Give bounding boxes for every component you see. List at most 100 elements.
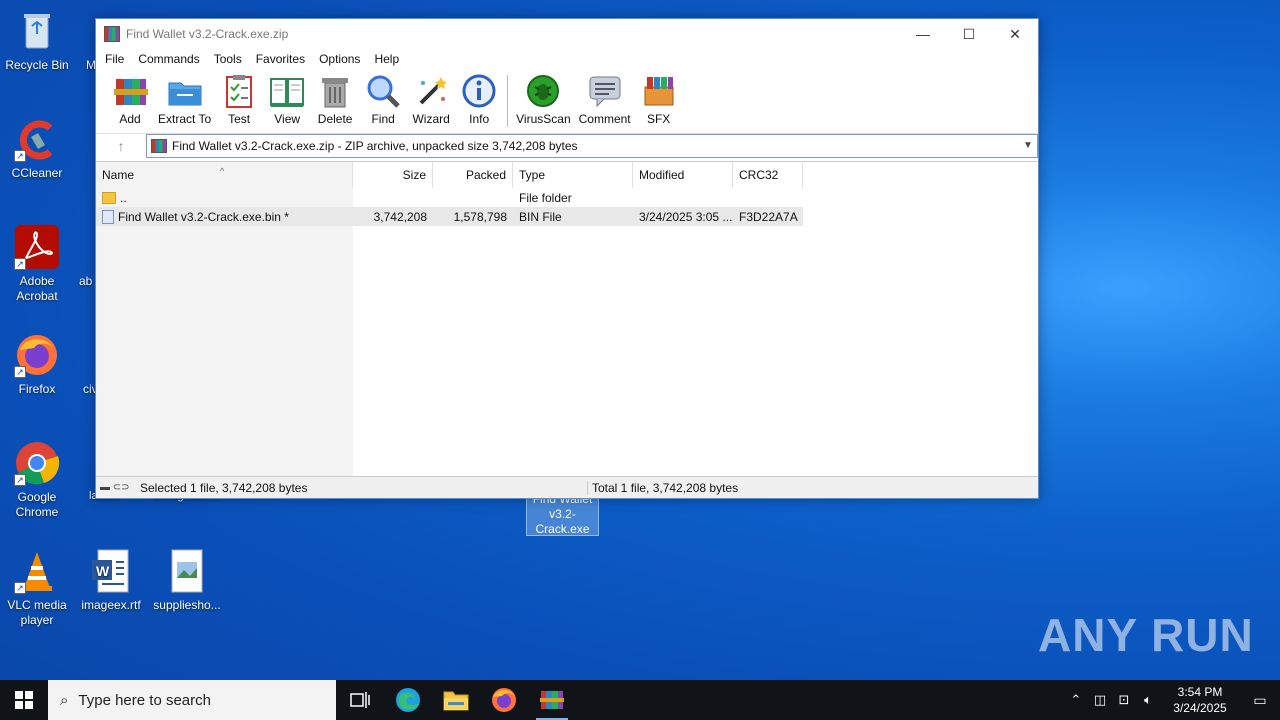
desktop-icon-ccleaner[interactable]: ↗ CCleaner <box>0 116 74 181</box>
menu-help[interactable]: Help <box>367 52 406 66</box>
column-header-name[interactable]: ^ Name <box>96 162 353 188</box>
chevron-up-icon[interactable]: ⌃ <box>1064 692 1088 708</box>
toolbar-label: Comment <box>578 112 631 126</box>
desktop-icon-recycle-bin[interactable]: Recycle Bin <box>0 8 74 73</box>
trash-icon <box>317 73 353 109</box>
column-header-packed[interactable]: Packed <box>433 162 513 188</box>
desktop-icon-label: Firefox <box>18 382 56 396</box>
test-button[interactable]: Test <box>215 69 263 126</box>
toolbar-label: Info <box>469 112 490 126</box>
row-name-cell: .. <box>96 191 353 205</box>
virusscan-button[interactable]: VirusScan <box>512 69 574 126</box>
desktop-icon-firefox[interactable]: ↗ Firefox <box>0 332 74 397</box>
drive-status-icon[interactable]: ▬ ⊂⊃ <box>96 482 136 493</box>
start-button[interactable] <box>0 680 48 720</box>
wizard-button[interactable]: Wizard <box>407 69 455 126</box>
toolbar-separator <box>507 75 509 127</box>
taskbar-edge[interactable] <box>384 680 432 720</box>
close-button[interactable]: ✕ <box>992 19 1038 49</box>
address-bar-row: ↑ Find Wallet v3.2-Crack.exe.zip - ZIP a… <box>96 133 1038 158</box>
maximize-button[interactable]: ☐ <box>946 19 992 49</box>
clock[interactable]: 3:54 PM 3/24/2025 <box>1160 684 1240 716</box>
column-header-type[interactable]: Type <box>513 162 633 188</box>
menu-options[interactable]: Options <box>312 52 367 66</box>
taskbar-file-explorer[interactable] <box>432 680 480 720</box>
column-header-label: Name <box>102 168 135 182</box>
sort-ascending-icon: ^ <box>220 166 225 176</box>
find-button[interactable]: Find <box>359 69 407 126</box>
desktop-icon-label: Google Chrome <box>15 490 59 519</box>
menu-commands[interactable]: Commands <box>131 52 206 66</box>
taskbar-firefox[interactable] <box>480 680 528 720</box>
magnifier-icon <box>365 73 401 109</box>
toolbar-label: SFX <box>646 112 671 126</box>
menu-favorites[interactable]: Favorites <box>249 52 312 66</box>
desktop-icon-label: CCleaner <box>11 166 63 180</box>
column-header-crc32[interactable]: CRC32 <box>733 162 803 188</box>
sfx-icon <box>641 73 677 109</box>
desktop-icon-google-chrome[interactable]: ↗ Google Chrome <box>0 440 74 520</box>
add-icon <box>112 73 148 109</box>
row-type: File folder <box>519 190 572 205</box>
shortcut-arrow-icon: ↗ <box>14 150 26 162</box>
winrar-icon <box>540 691 564 709</box>
menu-file[interactable]: File <box>98 52 131 66</box>
column-header-size[interactable]: Size <box>353 162 433 188</box>
status-total: Total 1 file, 3,742,208 bytes <box>592 480 739 495</box>
desktop-icon-imageex-rtf[interactable]: W imageex.rtf <box>74 548 148 613</box>
taskbar: ⌕ Type here to search ⌃ ◫ ⊡ 🔈︎ 3:54 PM 3… <box>0 680 1280 720</box>
row-type: BIN File <box>519 209 562 224</box>
winrar-window: Find Wallet v3.2-Crack.exe.zip — ☐ ✕ Fil… <box>95 18 1039 499</box>
toolbar-label: Test <box>228 112 251 126</box>
task-view-button[interactable] <box>336 680 384 720</box>
zip-archive-icon <box>151 138 167 153</box>
info-button[interactable]: Info <box>455 69 503 126</box>
column-header-modified[interactable]: Modified <box>633 162 733 188</box>
status-bar: ▬ ⊂⊃ Selected 1 file, 3,742,208 bytes To… <box>96 476 1038 498</box>
minimize-button[interactable]: — <box>900 19 946 49</box>
title-bar[interactable]: Find Wallet v3.2-Crack.exe.zip — ☐ ✕ <box>96 19 1038 49</box>
desktop-icon-suppliesho[interactable]: suppliesho... <box>150 548 224 613</box>
comment-button[interactable]: Comment <box>575 69 635 126</box>
taskbar-search-box[interactable]: ⌕ Type here to search <box>48 680 336 720</box>
virus-scan-icon <box>525 73 561 109</box>
ccleaner-icon: ↗ <box>14 116 60 162</box>
menu-tools[interactable]: Tools <box>207 52 249 66</box>
info-icon <box>461 73 497 109</box>
tray-app-icon[interactable]: ◫ <box>1088 692 1112 708</box>
notification-icon[interactable]: ▭ <box>1240 692 1280 709</box>
network-icon[interactable]: ⊡ <box>1112 692 1136 708</box>
table-row-parent-folder[interactable]: .. File folder <box>96 188 803 207</box>
delete-button[interactable]: Delete <box>311 69 359 126</box>
extract-to-button[interactable]: Extract To <box>154 69 215 126</box>
toolbar-label: VirusScan <box>516 112 571 126</box>
table-row-selected-file[interactable]: Find Wallet v3.2-Crack.exe.bin * 3,742,2… <box>96 207 803 226</box>
file-list[interactable]: ^ Name Size Packed Type Modified CRC32 .… <box>96 161 1038 476</box>
volume-icon[interactable]: 🔈︎ <box>1136 692 1160 708</box>
view-book-icon <box>269 73 305 109</box>
clock-time: 3:54 PM <box>1177 685 1223 699</box>
add-button[interactable]: Add <box>106 69 154 126</box>
up-one-level-icon[interactable]: ↑ <box>96 138 146 154</box>
shortcut-arrow-icon: ↗ <box>14 582 26 594</box>
recycle-bin-icon <box>14 8 60 54</box>
status-selected: Selected 1 file, 3,742,208 bytes <box>136 480 588 495</box>
address-bar[interactable]: Find Wallet v3.2-Crack.exe.zip - ZIP arc… <box>146 133 1038 158</box>
folder-icon <box>443 691 469 711</box>
desktop-icon-label: VLC media player <box>7 598 67 627</box>
taskbar-winrar[interactable] <box>528 680 576 720</box>
column-headers: ^ Name Size Packed Type Modified CRC32 <box>96 162 803 188</box>
firefox-icon <box>492 688 516 712</box>
toolbar-label: Wizard <box>412 112 450 126</box>
chevron-down-icon[interactable]: ▼ <box>1019 140 1037 151</box>
desktop-icon-vlc[interactable]: ↗ VLC media player <box>0 548 74 628</box>
desktop-icon-adobe-acrobat[interactable]: ↗ Adobe Acrobat <box>0 224 74 304</box>
menu-bar: File Commands Tools Favorites Options He… <box>96 49 1038 69</box>
sfx-button[interactable]: SFX <box>635 69 683 126</box>
shortcut-arrow-icon: ↗ <box>14 258 26 270</box>
desktop-icon-label: Adobe Acrobat <box>16 274 58 303</box>
row-size: 3,742,208 <box>373 209 427 224</box>
toolbar-label: View <box>274 112 301 126</box>
wand-icon <box>413 73 449 109</box>
view-button[interactable]: View <box>263 69 311 126</box>
